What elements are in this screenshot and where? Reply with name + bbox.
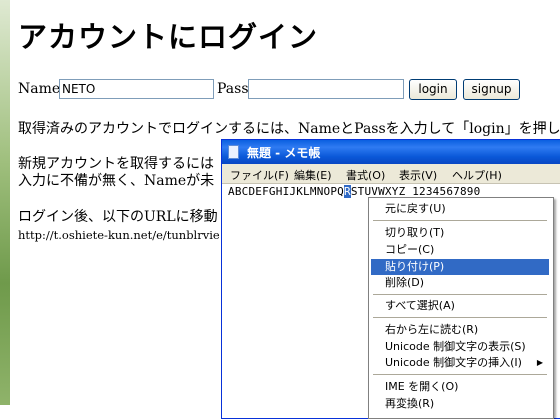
context-item-reconvert[interactable]: 再変換(R) — [371, 396, 549, 412]
context-separator — [373, 294, 547, 295]
context-item-insert-unicode-label: Unicode 制御文字の挿入(I) — [385, 356, 522, 369]
instruction-redirect: ログイン後、以下のURLに移動 — [18, 209, 218, 225]
menu-edit[interactable]: 編集(E) — [294, 167, 332, 183]
context-item-open-ime[interactable]: IME を開く(O) — [371, 379, 549, 395]
submenu-arrow-icon: ▶ — [536, 358, 543, 367]
context-item-delete[interactable]: 削除(D) — [371, 275, 549, 291]
pass-input[interactable] — [248, 79, 404, 99]
context-item-paste[interactable]: 貼り付け(P) — [371, 259, 549, 275]
name-input[interactable]: NETO — [59, 79, 214, 99]
menu-format[interactable]: 書式(O) — [346, 167, 385, 183]
context-item-rtl-reading[interactable]: 右から左に読む(R) — [371, 322, 549, 338]
context-item-undo[interactable]: 元に戻す(U) — [371, 201, 549, 217]
context-item-insert-unicode-control[interactable]: Unicode 制御文字の挿入(I) ▶ — [371, 355, 549, 371]
context-separator — [373, 374, 547, 375]
context-menu: 元に戻す(U) 切り取り(T) コピー(C) 貼り付け(P) 削除(D) すべて… — [368, 197, 554, 419]
notepad-icon — [228, 145, 239, 159]
context-item-cut[interactable]: 切り取り(T) — [371, 225, 549, 241]
notepad-text-before: ABCDEFGHIJKLMNOPQ — [228, 185, 344, 198]
context-item-copy[interactable]: コピー(C) — [371, 242, 549, 258]
desktop-background — [0, 0, 10, 405]
name-label: Name: — [18, 81, 65, 97]
signup-button[interactable]: signup — [463, 79, 520, 100]
menu-help[interactable]: ヘルプ(H) — [452, 167, 502, 183]
context-separator — [373, 317, 547, 318]
notepad-menu-bar: ファイル(F) 編集(E) 書式(O) 表示(V) ヘルプ(H) — [222, 164, 560, 184]
page-title: アカウントにログイン — [18, 20, 319, 54]
notepad-title: 無題 - メモ帳 — [247, 146, 321, 160]
context-item-show-unicode-control[interactable]: Unicode 制御文字の表示(S) — [371, 339, 549, 355]
menu-file[interactable]: ファイル(F) — [230, 167, 289, 183]
notepad-title-bar[interactable]: 無題 - メモ帳 — [222, 140, 560, 164]
notepad-text-selection: R — [343, 185, 351, 198]
redirect-url[interactable]: http://t.oshiete-kun.net/e/tunblrvie — [18, 228, 220, 242]
context-separator — [373, 220, 547, 221]
login-button[interactable]: login — [409, 79, 457, 100]
context-item-select-all[interactable]: すべて選択(A) — [371, 298, 549, 314]
instruction-signup-line2: 入力に不備が無く、Nameが未 — [18, 173, 215, 189]
instruction-login: 取得済みのアカウントでログインするには、NameとPassを入力して「login… — [18, 121, 560, 137]
menu-view[interactable]: 表示(V) — [399, 167, 437, 183]
